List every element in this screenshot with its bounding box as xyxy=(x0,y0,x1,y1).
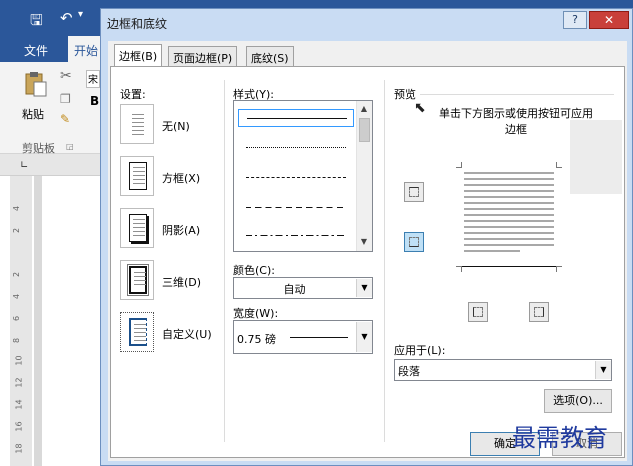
style-small-dash-line[interactable] xyxy=(238,169,354,187)
width-select[interactable]: 0.75 磅 ▼ xyxy=(233,320,373,354)
column-divider xyxy=(224,80,225,442)
dialog-title: 边框和底纹 xyxy=(107,17,168,31)
ruler-number: 2 xyxy=(12,271,22,278)
style-solid-line[interactable] xyxy=(238,109,354,127)
color-value: 自动 xyxy=(283,283,306,296)
settings-heading: 设置: xyxy=(120,88,146,101)
column-divider xyxy=(384,80,385,442)
ruler-number: 8 xyxy=(12,337,22,344)
ruler-number: 4 xyxy=(12,205,22,212)
help-button[interactable]: ? xyxy=(563,11,587,29)
ruler-number: 6 xyxy=(12,315,22,322)
scrollbar-thumb[interactable] xyxy=(359,118,370,142)
ruler-number: 2 xyxy=(12,227,22,234)
cut-icon[interactable]: ✂ xyxy=(60,68,72,84)
width-line-sample xyxy=(290,337,348,338)
copy-icon[interactable]: ❐ xyxy=(60,92,71,106)
none-border-icon[interactable] xyxy=(120,104,154,144)
custom-border-icon[interactable] xyxy=(120,312,154,352)
preview-diagram[interactable] xyxy=(456,162,562,272)
font-name-field[interactable]: 宋 xyxy=(86,70,100,88)
ruler-number: 16 xyxy=(14,421,24,432)
tab-stop-icon[interactable]: ∟ xyxy=(20,160,28,171)
save-icon[interactable]: 🖫 xyxy=(30,10,43,35)
apply-to-value: 段落 xyxy=(398,365,420,378)
bottom-border-button[interactable] xyxy=(404,232,424,252)
style-dash-dot-line[interactable] xyxy=(238,227,354,245)
width-label: 宽度(W): xyxy=(233,307,279,320)
style-listbox[interactable] xyxy=(233,100,373,252)
paste-icon[interactable] xyxy=(24,70,48,98)
tab-file[interactable]: 文件 xyxy=(24,42,48,59)
preview-heading: 预览 xyxy=(394,88,416,101)
tab-shading[interactable]: 底纹(S) xyxy=(246,46,294,68)
style-dash-line[interactable] xyxy=(238,199,354,217)
color-label: 颜色(C): xyxy=(233,264,275,277)
color-select[interactable]: 自动 ▼ xyxy=(233,277,373,299)
chevron-down-icon[interactable]: ▼ xyxy=(356,279,372,297)
ruler-number: 4 xyxy=(12,293,22,300)
dialog-launcher-icon[interactable]: ◲ xyxy=(66,142,74,151)
chevron-down-icon[interactable]: ▾ xyxy=(78,9,83,20)
scroll-up-icon[interactable]: ▲ xyxy=(356,101,372,117)
shadow-border-icon[interactable] xyxy=(120,208,154,248)
setting-3d-label[interactable]: 三维(D) xyxy=(162,274,201,290)
undo-icon[interactable]: ↶ xyxy=(60,9,73,27)
close-button[interactable]: ✕ xyxy=(589,11,629,29)
width-value: 0.75 磅 xyxy=(237,333,276,346)
setting-custom-label[interactable]: 自定义(U) xyxy=(162,326,212,342)
paste-button[interactable]: 粘贴 xyxy=(22,106,44,122)
horizontal-ruler xyxy=(0,154,100,176)
preview-bottom-border xyxy=(458,266,560,267)
ruler-number: 14 xyxy=(14,399,24,410)
apply-to-select[interactable]: 段落 ▼ xyxy=(394,359,612,381)
apply-to-label: 应用于(L): xyxy=(394,344,446,357)
watermark-text: 最需教育 xyxy=(512,424,608,452)
mouse-cursor-icon: ⬉ xyxy=(414,100,426,116)
left-border-button[interactable] xyxy=(468,302,488,322)
tab-home[interactable]: 开始 xyxy=(68,36,100,62)
ruler-number: 10 xyxy=(14,355,24,366)
top-border-button[interactable] xyxy=(404,182,424,202)
setting-box-label[interactable]: 方框(X) xyxy=(162,170,200,186)
ruler-number: 12 xyxy=(14,377,24,388)
setting-none-label[interactable]: 无(N) xyxy=(162,118,190,134)
ruler-number: 18 xyxy=(14,443,24,454)
chevron-down-icon[interactable]: ▼ xyxy=(356,322,372,352)
scroll-down-icon[interactable]: ▼ xyxy=(356,234,372,250)
right-border-button[interactable] xyxy=(529,302,549,322)
setting-shadow-label[interactable]: 阴影(A) xyxy=(162,222,200,238)
document-page[interactable] xyxy=(42,176,100,466)
tab-borders[interactable]: 边框(B) xyxy=(114,44,163,68)
preview-divider xyxy=(420,94,614,95)
blurred-region xyxy=(570,120,622,194)
tab-page-border[interactable]: 页面边框(P) xyxy=(168,46,238,68)
bold-button[interactable]: B xyxy=(90,94,99,108)
style-dotted-line[interactable] xyxy=(238,139,354,157)
3d-border-icon[interactable] xyxy=(120,260,154,300)
chevron-down-icon[interactable]: ▼ xyxy=(595,361,611,379)
options-button[interactable]: 选项(O)... xyxy=(544,389,612,413)
format-painter-icon[interactable]: ✎ xyxy=(60,112,70,126)
box-border-icon[interactable] xyxy=(120,156,154,196)
